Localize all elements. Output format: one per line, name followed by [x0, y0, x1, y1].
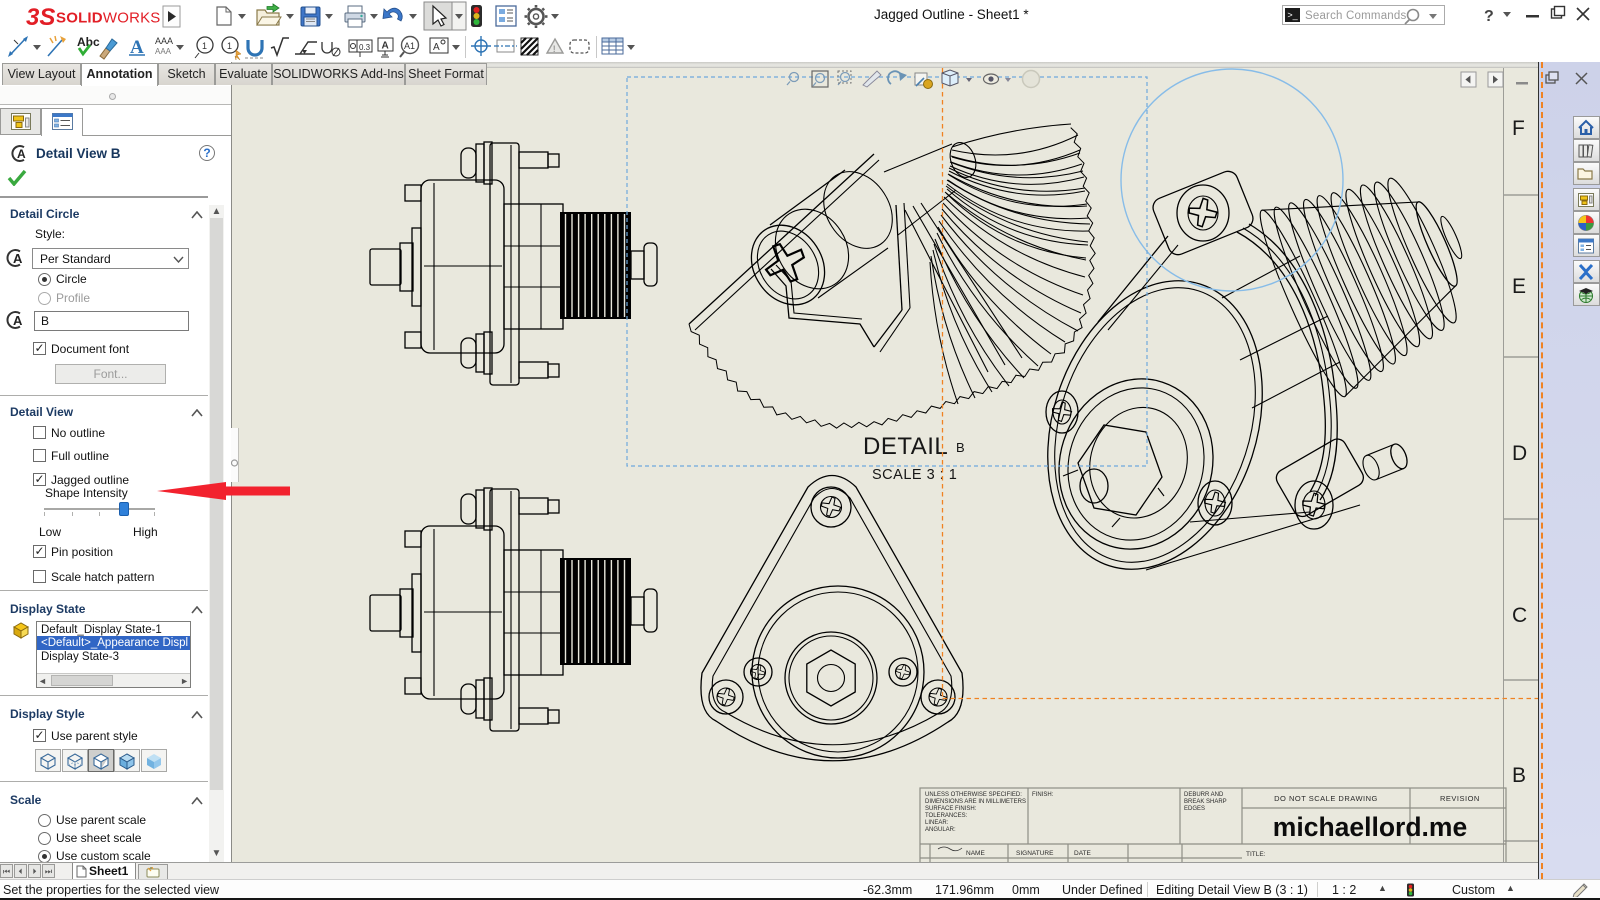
svg-text:B: B [956, 440, 965, 455]
svg-text:FINISH:: FINISH: [1032, 792, 1054, 798]
svg-text:A: A [382, 41, 389, 52]
svg-text:A: A [13, 251, 23, 266]
svg-text:0.3: 0.3 [359, 43, 371, 52]
svg-text:SCALE 3 : 1: SCALE 3 : 1 [872, 467, 957, 483]
svg-text:B: B [1512, 764, 1526, 787]
svg-text:!: ! [553, 44, 556, 54]
svg-text:BREAK SHARP: BREAK SHARP [1184, 799, 1227, 805]
svg-text:3S: 3S [26, 4, 55, 31]
svg-text:DIMENSIONS ARE IN MILLIMETERS: DIMENSIONS ARE IN MILLIMETERS [925, 799, 1026, 805]
svg-text:UNLESS OTHERWISE SPECIFIED:: UNLESS OTHERWISE SPECIFIED: [925, 792, 1022, 798]
svg-text:C: C [1512, 604, 1527, 627]
svg-text:A: A [433, 42, 440, 53]
svg-text:DETAIL: DETAIL [863, 433, 948, 460]
svg-text:michaellord.me: michaellord.me [1273, 812, 1467, 842]
svg-text:F: F [1512, 117, 1525, 140]
svg-text:AAA: AAA [155, 36, 173, 46]
svg-text:NAME: NAME [966, 850, 985, 857]
svg-text:EDGES: EDGES [1184, 806, 1205, 812]
svg-text:ANGULAR:: ANGULAR: [925, 827, 956, 833]
svg-text:DO NOT SCALE DRAWING: DO NOT SCALE DRAWING [1274, 794, 1378, 803]
svg-text:1: 1 [227, 41, 232, 51]
svg-text:A: A [17, 147, 26, 161]
svg-text:DATE: DATE [1074, 850, 1092, 857]
svg-text:1: 1 [202, 41, 207, 51]
svg-text:SURFACE FINISH:: SURFACE FINISH: [925, 806, 977, 812]
svg-text:SOLIDWORKS: SOLIDWORKS [56, 10, 161, 27]
svg-text:AAA: AAA [155, 47, 172, 56]
svg-text:A: A [13, 313, 23, 328]
svg-text:A1: A1 [404, 41, 415, 51]
svg-text:REVISION: REVISION [1440, 794, 1480, 803]
svg-text:DEBURR AND: DEBURR AND [1184, 792, 1224, 798]
svg-text:D: D [1512, 442, 1527, 465]
svg-text:TOLERANCES:: TOLERANCES: [925, 813, 968, 819]
svg-text:SIGNATURE: SIGNATURE [1016, 850, 1054, 857]
svg-text:E: E [1512, 275, 1526, 298]
svg-text:?: ? [1484, 8, 1494, 25]
svg-text:LINEAR:: LINEAR: [925, 820, 949, 826]
svg-text:TITLE:: TITLE: [1246, 851, 1266, 858]
